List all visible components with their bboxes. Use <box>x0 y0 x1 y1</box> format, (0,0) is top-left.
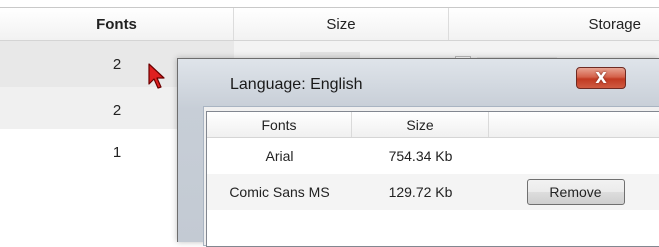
fonts-list-header: Fonts Size <box>207 112 659 138</box>
background-table-header: Fonts Size Storage <box>0 8 659 41</box>
font-name: Arial <box>265 148 294 164</box>
font-size: 129.72 Kb <box>388 184 453 200</box>
list-item[interactable]: Arial 754.34 Kb <box>207 138 659 174</box>
close-button[interactable]: X <box>576 67 626 89</box>
list-item[interactable]: Comic Sans MS 129.72 Kb Remove <box>207 174 659 210</box>
fonts-list: Fonts Size Arial 754.34 Kb Comic Sans MS… <box>206 111 659 247</box>
action-cell <box>489 138 659 174</box>
mouse-pointer-icon <box>148 63 165 89</box>
column-header-size[interactable]: Size <box>352 112 489 137</box>
column-header-fonts[interactable]: Fonts <box>207 112 352 137</box>
top-border <box>0 0 659 8</box>
font-name: Comic Sans MS <box>229 184 330 200</box>
close-icon: X <box>595 69 607 87</box>
dialog-title: Language: English <box>230 76 363 93</box>
action-cell: Remove <box>489 174 659 210</box>
column-header-storage[interactable]: Storage <box>449 8 659 40</box>
column-header-fonts[interactable]: Fonts <box>0 8 234 40</box>
column-header-size[interactable]: Size <box>234 8 449 40</box>
column-header-action[interactable] <box>489 112 659 137</box>
dialog-client-area: Fonts Size Arial 754.34 Kb Comic Sans MS… <box>203 106 659 247</box>
language-dialog: Language: English X Fonts Size Arial 754… <box>177 58 659 247</box>
font-size: 754.34 Kb <box>388 148 453 164</box>
remove-button[interactable]: Remove <box>526 179 625 205</box>
